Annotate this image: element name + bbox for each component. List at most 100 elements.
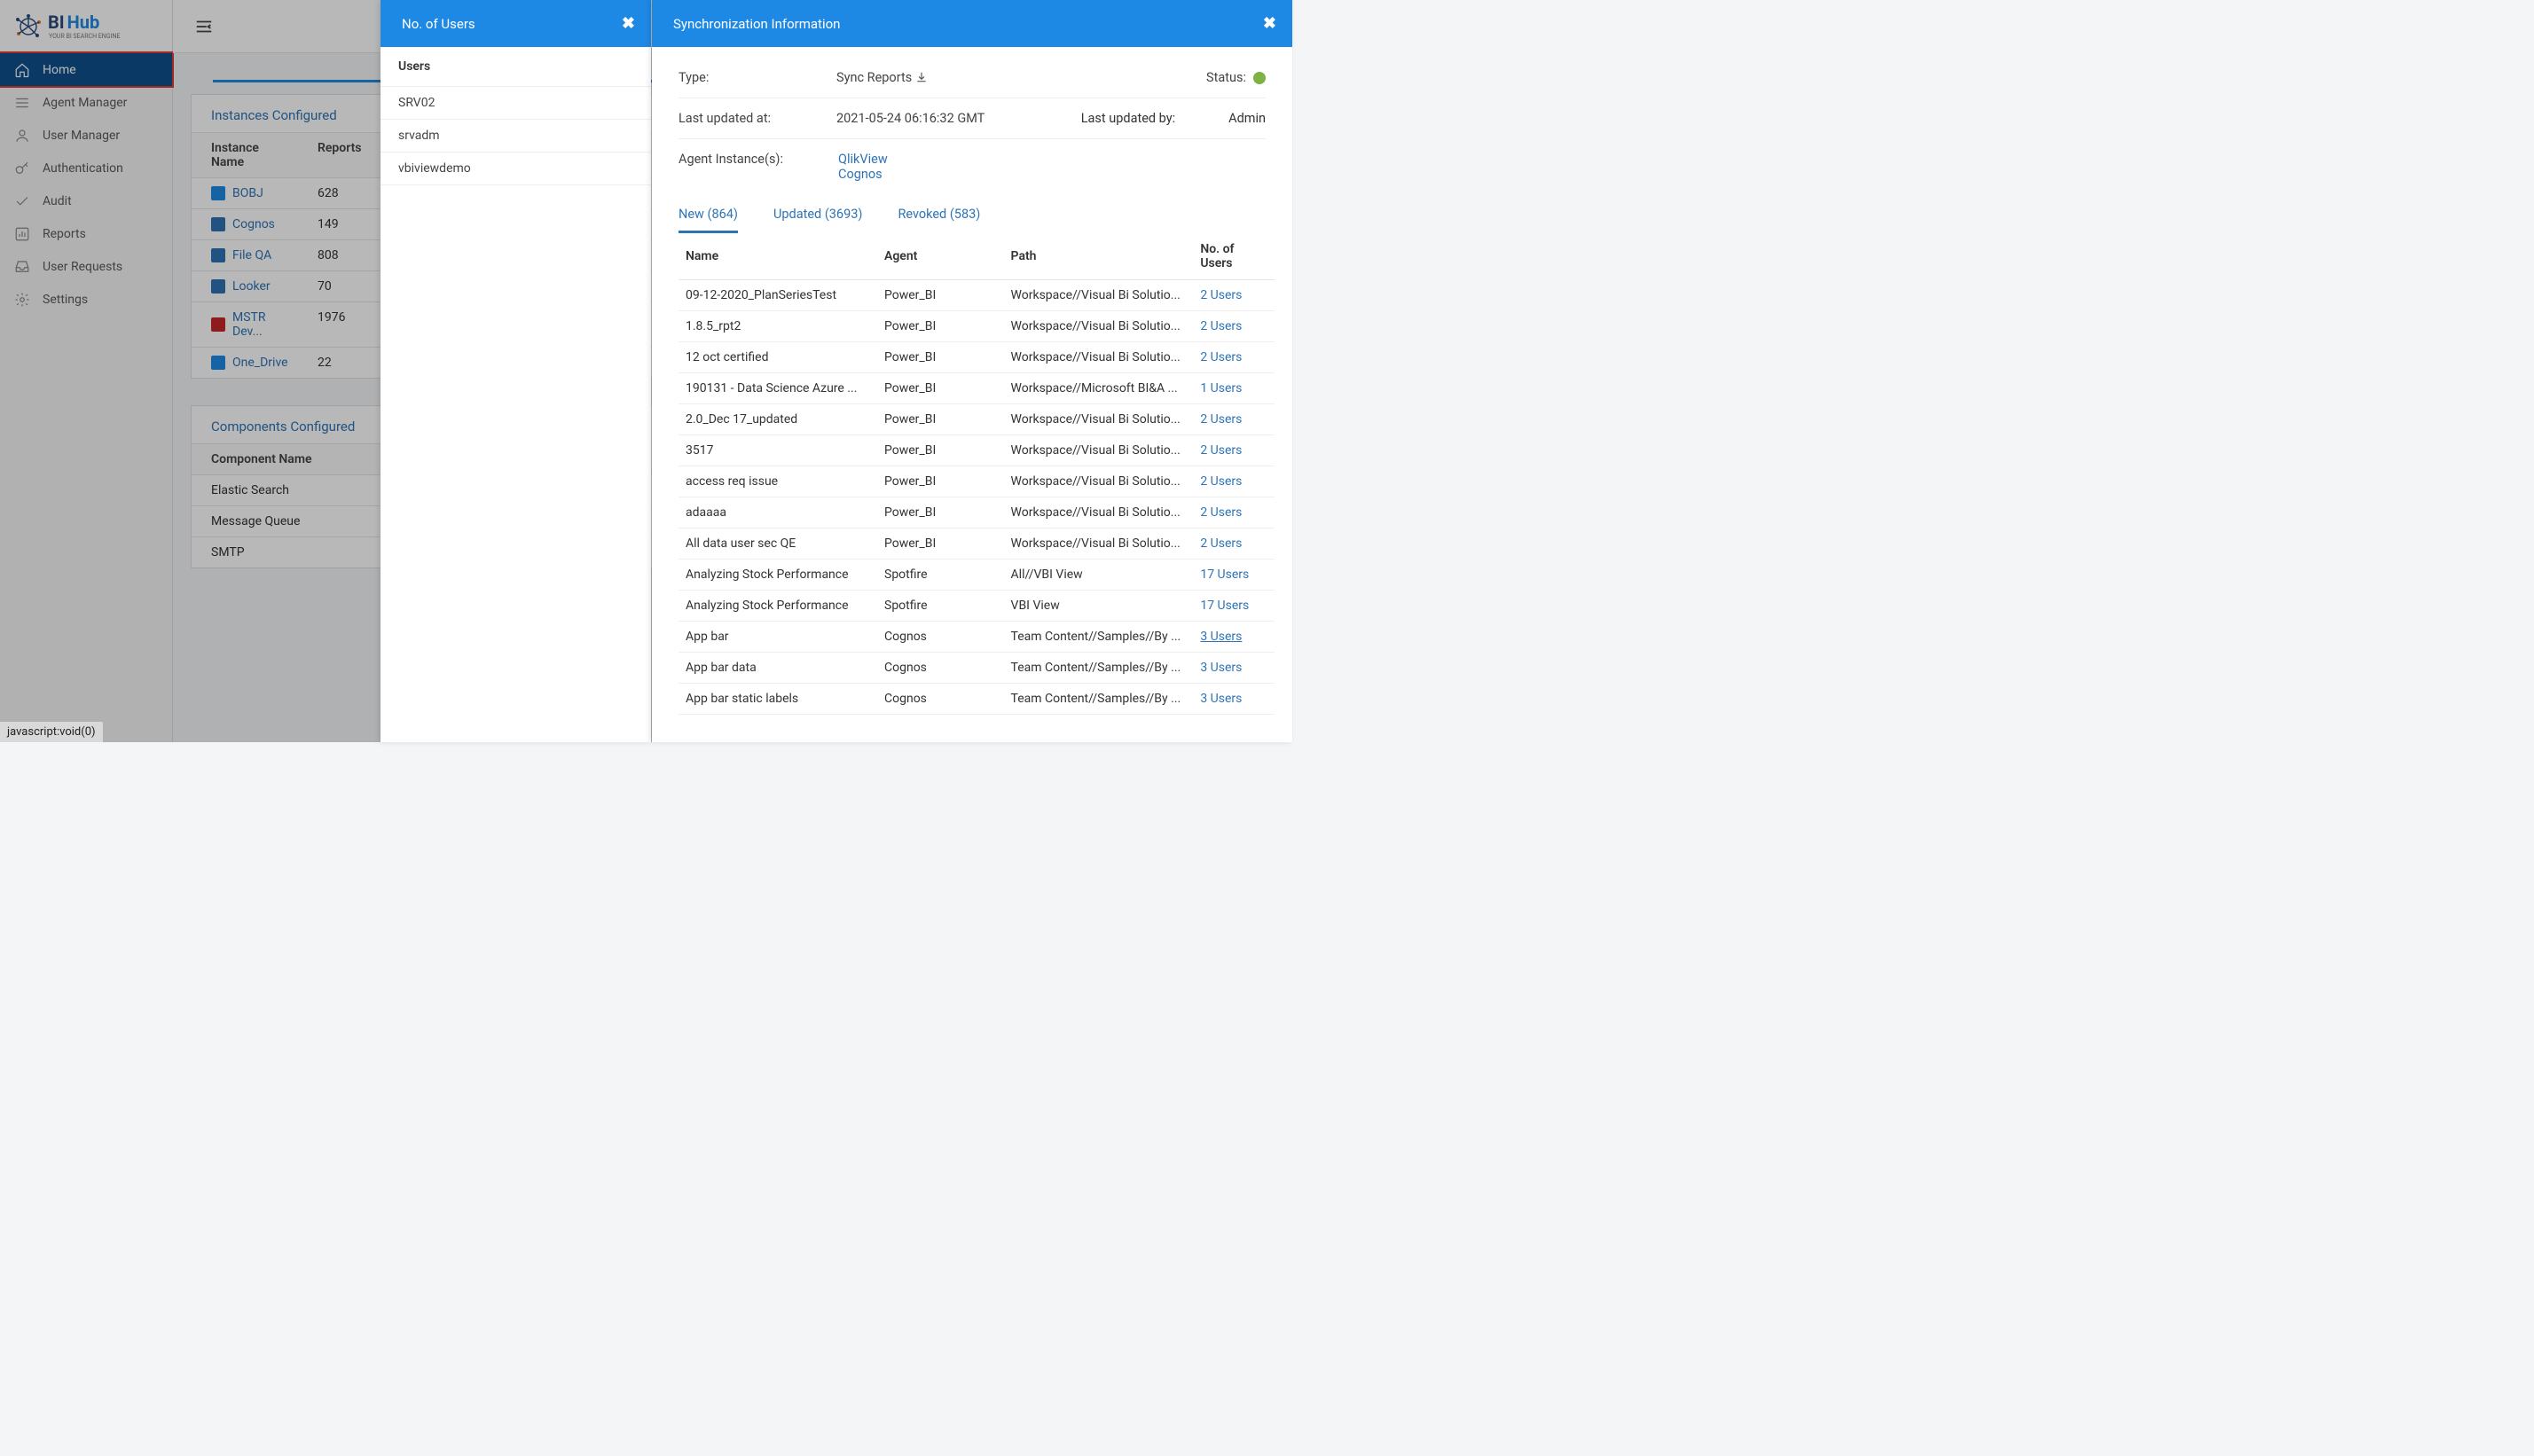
th-users: No. of Users <box>1193 233 1275 280</box>
sync-row: Analyzing Stock PerformanceSpotfireAll//… <box>679 560 1275 591</box>
meta-type-value: Sync Reports <box>836 70 1014 85</box>
cell-path: Workspace//Microsoft BI&A ... <box>1004 373 1194 404</box>
sync-tabs: New (864) Updated (3693) Revoked (583) <box>652 194 1292 233</box>
tab-updated[interactable]: Updated (3693) <box>773 207 862 233</box>
sync-table: Name Agent Path No. of Users 09-12-2020_… <box>652 233 1292 715</box>
status-indicator <box>1253 72 1266 84</box>
users-link[interactable]: 17 Users <box>1200 568 1249 582</box>
sync-row: Analyzing Stock PerformanceSpotfireVBI V… <box>679 591 1275 622</box>
meta-agents-label: Agent Instance(s): <box>679 152 829 167</box>
sync-row: adaaaaPower_BIWorkspace//Visual Bi Solut… <box>679 497 1275 528</box>
th-path: Path <box>1004 233 1194 280</box>
users-link[interactable]: 2 Users <box>1200 350 1242 364</box>
cell-users: 2 Users <box>1193 497 1275 528</box>
cell-name: adaaaa <box>679 497 877 528</box>
cell-users: 17 Users <box>1193 591 1275 622</box>
users-link[interactable]: 2 Users <box>1200 536 1242 551</box>
cell-path: Workspace//Visual Bi Solutio... <box>1004 497 1194 528</box>
cell-agent: Power_BI <box>877 528 1004 560</box>
cell-agent: Power_BI <box>877 435 1004 466</box>
users-link[interactable]: 1 Users <box>1200 381 1242 395</box>
user-row[interactable]: srvadm <box>380 120 651 153</box>
cell-path: All//VBI View <box>1004 560 1194 591</box>
sync-meta: Type: Sync Reports Status: Last updated … <box>652 47 1292 194</box>
cell-agent: Spotfire <box>877 591 1004 622</box>
cell-agent: Power_BI <box>877 311 1004 342</box>
cell-name: 2.0_Dec 17_updated <box>679 404 877 435</box>
sync-row: 12 oct certifiedPower_BIWorkspace//Visua… <box>679 342 1275 373</box>
cell-name: App bar static labels <box>679 684 877 715</box>
tab-new[interactable]: New (864) <box>679 207 738 233</box>
users-link[interactable]: 3 Users <box>1200 692 1242 706</box>
sync-row: App bar dataCognosTeam Content//Samples/… <box>679 653 1275 684</box>
close-icon[interactable]: ✖ <box>1263 14 1276 33</box>
meta-type-label: Type: <box>679 70 829 85</box>
users-link[interactable]: 2 Users <box>1200 288 1242 302</box>
sync-row: 09-12-2020_PlanSeriesTestPower_BIWorkspa… <box>679 280 1275 311</box>
cell-name: 3517 <box>679 435 877 466</box>
sync-row: access req issuePower_BIWorkspace//Visua… <box>679 466 1275 497</box>
cell-path: Workspace//Visual Bi Solutio... <box>1004 466 1194 497</box>
cell-agent: Power_BI <box>877 404 1004 435</box>
cell-name: 1.8.5_rpt2 <box>679 311 877 342</box>
sync-row: 1.8.5_rpt2Power_BIWorkspace//Visual Bi S… <box>679 311 1275 342</box>
cell-name: Analyzing Stock Performance <box>679 591 877 622</box>
cell-name: 190131 - Data Science Azure ... <box>679 373 877 404</box>
users-link[interactable]: 2 Users <box>1200 505 1242 520</box>
th-agent: Agent <box>877 233 1004 280</box>
users-panel: No. of Users ✖ Users SRV02srvadmvbiviewd… <box>380 0 651 742</box>
cell-agent: Power_BI <box>877 373 1004 404</box>
cell-path: Workspace//Visual Bi Solutio... <box>1004 528 1194 560</box>
cell-name: 09-12-2020_PlanSeriesTest <box>679 280 877 311</box>
sync-row: All data user sec QEPower_BIWorkspace//V… <box>679 528 1275 560</box>
download-icon[interactable] <box>915 71 928 83</box>
th-name: Name <box>679 233 877 280</box>
close-icon[interactable]: ✖ <box>622 14 635 33</box>
meta-status-label: Status: <box>1206 70 1246 85</box>
sync-panel-header: Synchronization Information ✖ <box>652 0 1292 47</box>
cell-users: 2 Users <box>1193 280 1275 311</box>
cell-users: 1 Users <box>1193 373 1275 404</box>
meta-updated-at-label: Last updated at: <box>679 111 829 126</box>
cell-users: 3 Users <box>1193 653 1275 684</box>
user-row[interactable]: SRV02 <box>380 87 651 120</box>
users-panel-header: No. of Users ✖ <box>380 0 651 47</box>
agent-instance-link[interactable]: QlikView <box>838 152 1016 167</box>
cell-agent: Cognos <box>877 622 1004 653</box>
cell-agent: Power_BI <box>877 497 1004 528</box>
users-panel-body: Users SRV02srvadmvbiviewdemo <box>380 47 651 185</box>
cell-users: 2 Users <box>1193 466 1275 497</box>
users-link[interactable]: 17 Users <box>1200 599 1249 613</box>
agent-instance-link[interactable]: Cognos <box>838 167 1016 182</box>
cell-agent: Cognos <box>877 684 1004 715</box>
sync-row: App barCognosTeam Content//Samples//By .… <box>679 622 1275 653</box>
user-row[interactable]: vbiviewdemo <box>380 153 651 185</box>
cell-users: 2 Users <box>1193 342 1275 373</box>
users-link[interactable]: 3 Users <box>1200 630 1242 644</box>
meta-agents-value: QlikView Cognos <box>838 152 1016 182</box>
statusbar: javascript:void(0) <box>0 722 103 742</box>
cell-path: Workspace//Visual Bi Solutio... <box>1004 404 1194 435</box>
meta-updated-at-value: 2021-05-24 06:16:32 GMT <box>836 111 1014 126</box>
users-link[interactable]: 2 Users <box>1200 474 1242 489</box>
meta-updated-by-value: Admin <box>1228 111 1266 126</box>
panel-title: No. of Users <box>402 16 475 32</box>
users-link[interactable]: 3 Users <box>1200 661 1242 675</box>
cell-users: 2 Users <box>1193 528 1275 560</box>
cell-agent: Power_BI <box>877 466 1004 497</box>
sync-panel: Synchronization Information ✖ Type: Sync… <box>652 0 1292 742</box>
cell-name: access req issue <box>679 466 877 497</box>
cell-name: App bar <box>679 622 877 653</box>
cell-users: 2 Users <box>1193 435 1275 466</box>
cell-name: App bar data <box>679 653 877 684</box>
cell-users: 3 Users <box>1193 622 1275 653</box>
sync-row: 3517Power_BIWorkspace//Visual Bi Solutio… <box>679 435 1275 466</box>
cell-path: Workspace//Visual Bi Solutio... <box>1004 311 1194 342</box>
users-link[interactable]: 2 Users <box>1200 443 1242 458</box>
panel-title: Synchronization Information <box>673 16 840 32</box>
cell-path: Team Content//Samples//By ... <box>1004 653 1194 684</box>
cell-name: 12 oct certified <box>679 342 877 373</box>
users-link[interactable]: 2 Users <box>1200 412 1242 427</box>
tab-revoked[interactable]: Revoked (583) <box>898 207 980 233</box>
users-link[interactable]: 2 Users <box>1200 319 1242 333</box>
